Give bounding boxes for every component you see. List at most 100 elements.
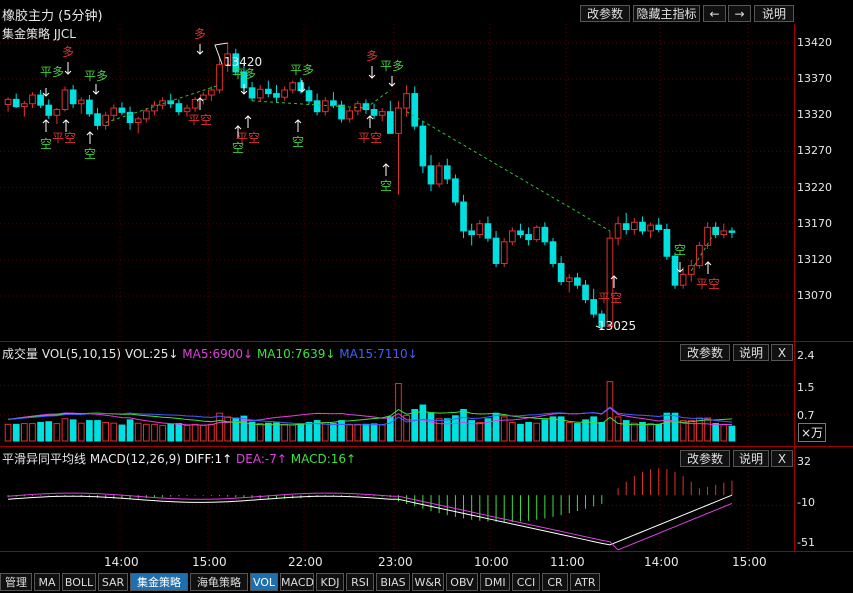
candle-up	[565, 277, 573, 283]
volume-bar	[647, 423, 654, 442]
candle-up	[606, 237, 614, 327]
macd-header: 平滑异同平均线 MACD(12,26,9) DIFF:1↑ DEA:-7↑ MA…	[2, 450, 356, 467]
volume-bar	[37, 421, 44, 442]
long-signal: 多	[366, 49, 378, 63]
macd-close-button[interactable]: X	[771, 450, 793, 467]
candle-down	[273, 93, 280, 98]
macd-edit-params-button[interactable]: 改参数	[680, 450, 730, 467]
close-short-signal: 平空	[696, 277, 720, 291]
price-chart[interactable]: 平多多平多平空空空多平空平多平空空平多空多平多平空空平空空平空134201302…	[0, 0, 853, 593]
candle-up	[289, 82, 297, 91]
tab-9[interactable]: RSI	[346, 573, 374, 591]
volume-bar	[118, 424, 126, 442]
volume-bar	[549, 416, 557, 442]
volume-bar	[53, 423, 61, 442]
candle-up	[679, 273, 687, 286]
volume-bar	[69, 419, 77, 442]
volume-bar	[443, 418, 451, 442]
long-signal: 多	[194, 27, 206, 41]
candle-down	[248, 87, 256, 99]
candle-up	[61, 89, 69, 111]
volume-help-button[interactable]: 说明	[733, 344, 769, 361]
macd-dea: DEA:-7↑	[236, 452, 287, 466]
close-short-signal: 平空	[358, 131, 382, 145]
candle-down	[175, 103, 183, 113]
price-tick: 13070	[797, 289, 832, 302]
candle-up	[533, 226, 541, 241]
candle-down	[118, 107, 126, 113]
volume-bar	[216, 412, 223, 442]
volume-bar	[565, 421, 573, 442]
volume-bar	[598, 421, 606, 442]
volume-bar	[728, 425, 736, 442]
candle-up	[395, 107, 402, 134]
volume-bar	[289, 424, 297, 442]
tab-15[interactable]: CR	[542, 573, 568, 591]
tab-2[interactable]: BOLL	[62, 573, 96, 591]
tab-12[interactable]: OBV	[446, 573, 478, 591]
tab-1[interactable]: MA	[34, 573, 60, 591]
volume-bar	[655, 423, 663, 442]
tab-0[interactable]: 管理	[0, 573, 32, 591]
volume-bar	[240, 415, 248, 442]
volume-bar	[533, 422, 541, 442]
candle-up	[102, 114, 110, 126]
macd-value: MACD:16↑	[290, 452, 357, 466]
macd-help-button[interactable]: 说明	[733, 450, 769, 467]
candle-up	[110, 107, 118, 116]
candle-down	[45, 104, 53, 116]
volume-bar	[508, 421, 516, 442]
volume-bar	[541, 419, 549, 442]
candle-down	[330, 100, 337, 106]
time-tick: 14:00	[104, 555, 139, 569]
volume-bar	[419, 404, 427, 442]
candle-down	[549, 241, 557, 264]
volume-bar	[354, 423, 362, 442]
volume-edit-params-button[interactable]: 改参数	[680, 344, 730, 361]
close-long-signal: 平多	[380, 59, 404, 73]
volume-bar	[582, 419, 589, 442]
tab-5[interactable]: 海龟策略	[190, 573, 248, 591]
volume-name: 成交量 VOL(5,10,15)	[2, 347, 122, 361]
volume-bar	[370, 423, 378, 442]
macd-tick: 32	[797, 455, 811, 468]
candle-down	[655, 224, 663, 230]
tab-4[interactable]: 集金策略	[130, 573, 188, 591]
candle-up	[53, 109, 61, 116]
volume-bar	[159, 424, 166, 442]
close-long-signal: 平多	[40, 65, 64, 79]
volume-tick: 1.5	[797, 381, 815, 394]
candle-up	[704, 226, 711, 246]
candle-down	[671, 255, 679, 286]
candle-down	[590, 299, 598, 315]
volume-header: 成交量 VOL(5,10,15) VOL:25↓ MA5:6900↓ MA10:…	[2, 345, 418, 362]
volume-bar	[134, 422, 142, 442]
candle-up	[508, 230, 516, 243]
candle-down	[484, 223, 492, 239]
volume-bar	[175, 423, 183, 442]
candle-down	[557, 262, 565, 283]
volume-bar	[606, 381, 614, 442]
tab-11[interactable]: W&R	[412, 573, 444, 591]
volume-bar	[720, 423, 728, 442]
price-tick: 13220	[797, 180, 832, 194]
volume-close-button[interactable]: X	[771, 344, 793, 361]
tab-16[interactable]: ATR	[570, 573, 600, 591]
volume-bar	[61, 418, 69, 442]
short-signal: 空	[84, 147, 96, 161]
tab-7[interactable]: MACD	[280, 573, 314, 591]
volume-bar	[346, 423, 354, 442]
candle-down	[728, 230, 736, 233]
volume-bar	[29, 423, 36, 442]
time-tick: 14:00	[644, 555, 679, 569]
tab-6[interactable]: VOL	[250, 573, 278, 591]
tab-13[interactable]: DMI	[480, 573, 510, 591]
candle-up	[435, 165, 443, 185]
tab-8[interactable]: KDJ	[316, 573, 344, 591]
tab-14[interactable]: CCI	[512, 573, 540, 591]
tab-3[interactable]: SAR	[98, 573, 128, 591]
volume-bar	[696, 417, 703, 442]
tab-10[interactable]: BIAS	[376, 573, 410, 591]
volume-bar	[704, 417, 711, 442]
volume-bar	[20, 423, 28, 442]
